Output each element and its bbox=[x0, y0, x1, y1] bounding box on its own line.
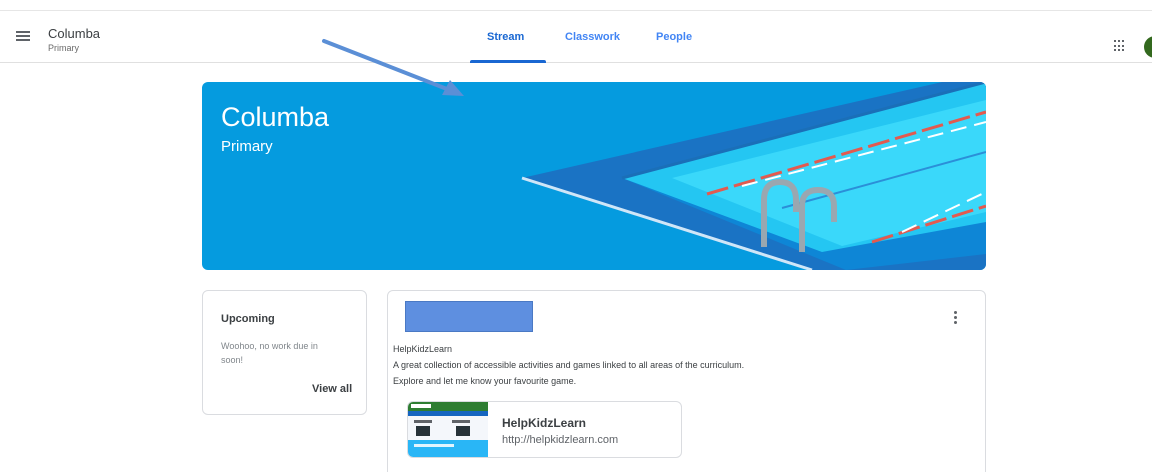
upcoming-card: Upcoming Woohoo, no work due in soon! Vi… bbox=[202, 290, 367, 415]
tab-people[interactable]: People bbox=[656, 31, 692, 43]
link-thumbnail bbox=[408, 402, 488, 457]
banner-subtitle: Primary bbox=[221, 138, 273, 155]
menu-icon[interactable] bbox=[16, 31, 30, 41]
tab-classwork[interactable]: Classwork bbox=[565, 31, 620, 43]
post-text-line: Explore and let me know your favourite g… bbox=[393, 376, 577, 386]
post-text-line: HelpKidzLearn bbox=[393, 344, 453, 354]
view-all-link[interactable]: View all bbox=[312, 383, 352, 395]
stream-post: HelpKidzLearn A great collection of acce… bbox=[387, 290, 986, 472]
apps-grid-icon[interactable] bbox=[1114, 40, 1126, 52]
link-attachment-card[interactable]: HelpKidzLearn http://helpkidzlearn.com bbox=[407, 401, 682, 458]
top-app-bar: Columba Primary Stream Classwork People bbox=[0, 10, 1152, 63]
post-text-line: A great collection of accessible activit… bbox=[393, 360, 745, 370]
class-title[interactable]: Columba bbox=[48, 26, 100, 41]
upcoming-message: Woohoo, no work due in soon! bbox=[221, 341, 318, 365]
banner-title: Columba bbox=[221, 102, 330, 132]
class-section: Primary bbox=[48, 43, 79, 53]
link-url: http://helpkidzlearn.com bbox=[502, 434, 619, 446]
annotation-arrow bbox=[322, 39, 464, 96]
upcoming-title: Upcoming bbox=[221, 313, 275, 325]
tab-stream[interactable]: Stream bbox=[487, 31, 524, 43]
class-banner: Columba Primary bbox=[202, 82, 986, 270]
link-title: HelpKidzLearn bbox=[502, 416, 587, 430]
avatar[interactable] bbox=[1144, 36, 1152, 58]
redacted-author-block bbox=[405, 301, 533, 332]
more-options-icon[interactable] bbox=[954, 311, 958, 325]
active-tab-indicator bbox=[470, 60, 546, 63]
